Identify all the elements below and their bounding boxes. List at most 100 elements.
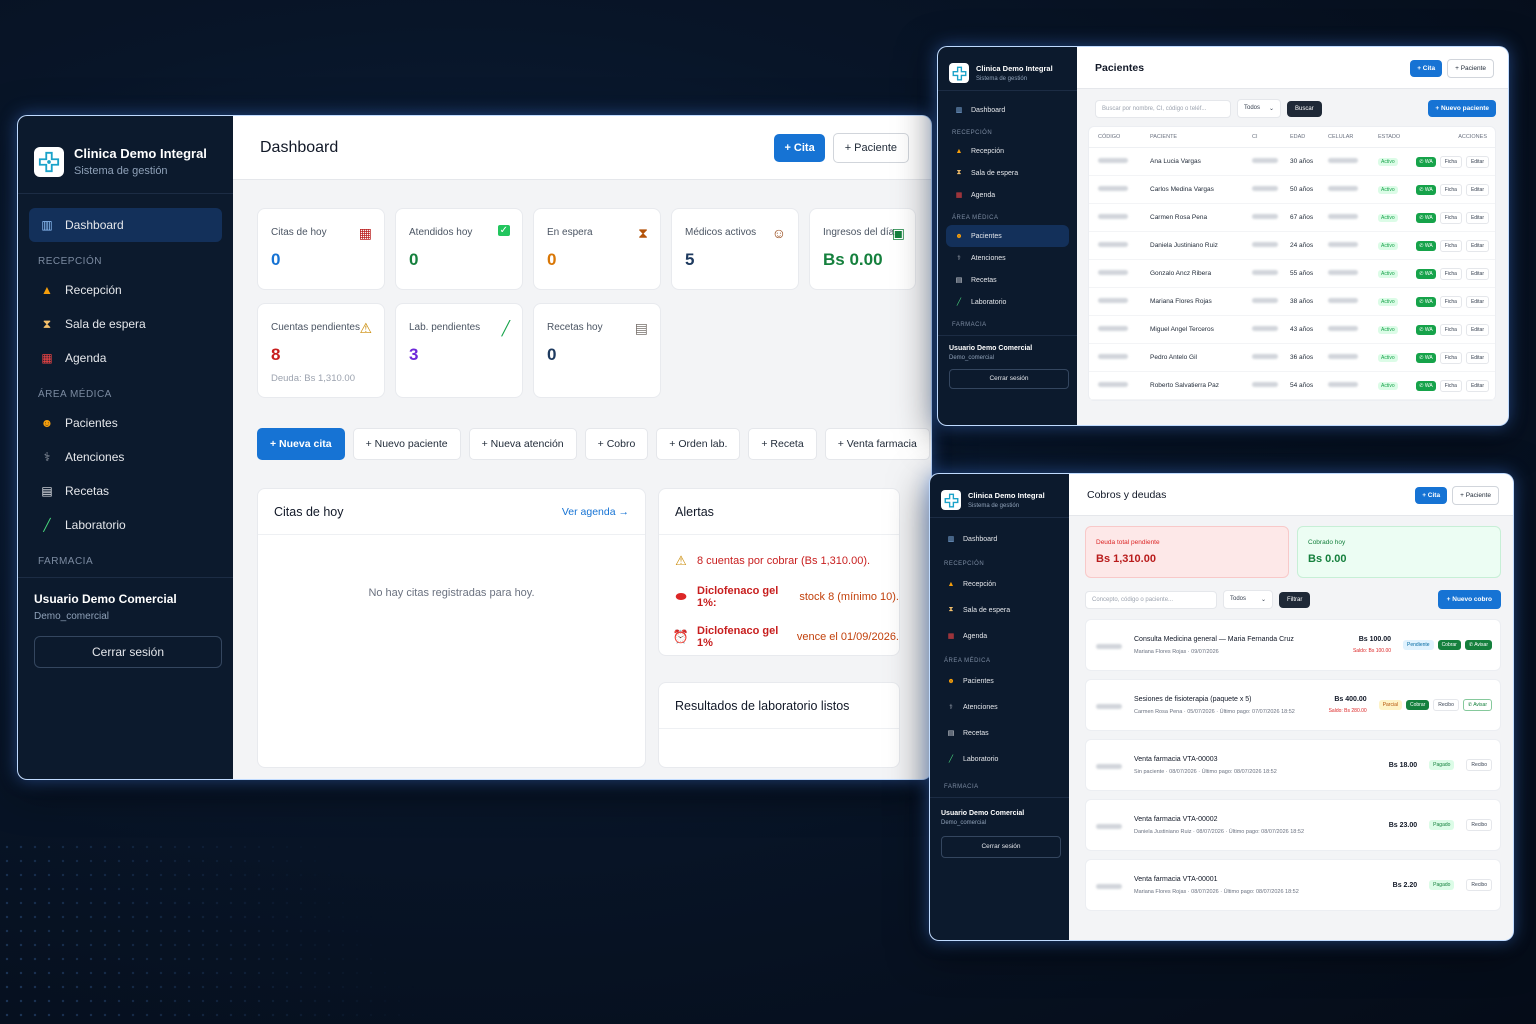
sidebar-item-atenciones[interactable]: ⚕ Atenciones (29, 440, 222, 474)
quick-nueva-cita-button[interactable]: + Nueva cita (257, 428, 345, 460)
quick-receta-button[interactable]: + Receta (748, 428, 817, 460)
ficha-button[interactable]: Ficha (1439, 155, 1462, 168)
whatsapp-button[interactable]: ✆ WA (1416, 268, 1436, 279)
recibo-button[interactable]: Recibo (1466, 879, 1492, 891)
sidebar-item-sala-espera[interactable]: ⧗ Sala de espera (29, 307, 222, 341)
quick-cobro-button[interactable]: + Cobro (584, 428, 649, 460)
sidebar-item-atenciones[interactable]: ⚕ Atenciones (946, 247, 1069, 269)
new-paciente-button[interactable]: + Paciente (1452, 486, 1499, 505)
quick-nuevo-paciente-button[interactable]: + Nuevo paciente (352, 428, 461, 460)
ficha-button[interactable]: Ficha (1439, 183, 1462, 196)
cell-acciones: ✆ WA Ficha Editar (1405, 231, 1495, 260)
cobrar-button[interactable]: Cobrar (1405, 700, 1430, 710)
sidebar-item-agenda[interactable]: ▦ Agenda (29, 341, 222, 375)
ficha-button[interactable]: Ficha (1439, 323, 1462, 336)
editar-button[interactable]: Editar (1465, 211, 1489, 224)
new-cita-button[interactable]: + Cita (1415, 487, 1448, 504)
whatsapp-icon: ✆ (1419, 186, 1424, 193)
whatsapp-button[interactable]: ✆ WA (1416, 296, 1436, 307)
sidebar-item-recepcion[interactable]: ▲ Recepción (946, 140, 1069, 162)
whatsapp-button[interactable]: ✆ WA (1416, 184, 1436, 195)
sidebar-item-recepcion[interactable]: ▲ Recepción (938, 571, 1061, 597)
search-button[interactable]: Buscar (1287, 100, 1322, 117)
ficha-button[interactable]: Ficha (1439, 239, 1462, 252)
nuevo-paciente-button[interactable]: + Nuevo paciente (1428, 100, 1496, 117)
ficha-button[interactable]: Ficha (1439, 295, 1462, 308)
status-select[interactable]: Todos ⌄ (1237, 99, 1281, 118)
whatsapp-label: WA (1424, 354, 1433, 361)
sidebar: Clinica Demo Integral Sistema de gestión… (18, 116, 233, 779)
whatsapp-icon: ✆ (1468, 642, 1474, 648)
sidebar-item-dashboard[interactable]: ▥ Dashboard (29, 208, 222, 242)
new-cita-button[interactable]: + Cita (1410, 60, 1443, 77)
ficha-button[interactable]: Ficha (1439, 351, 1462, 364)
sidebar-item-pacientes[interactable]: ☻ Pacientes (938, 668, 1061, 694)
sidebar-item-agenda[interactable]: ▦ Agenda (946, 184, 1069, 206)
avisar-button[interactable]: ✆ Avisar (1462, 699, 1492, 711)
cobro-body: Venta farmacia VTA-00001 Mariana Flores R… (1134, 876, 1393, 895)
sidebar-item-recepcion[interactable]: ▲ Recepción (29, 273, 222, 307)
editar-button[interactable]: Editar (1465, 267, 1489, 280)
whatsapp-button[interactable]: ✆ WA (1416, 240, 1436, 251)
sidebar-item-laboratorio[interactable]: ╱ Laboratorio (29, 508, 222, 542)
sidebar-item-recetas[interactable]: ▤ Recetas (946, 269, 1069, 291)
sidebar-item-atenciones[interactable]: ⚕ Atenciones (938, 694, 1061, 720)
whatsapp-button[interactable]: ✆ WA (1416, 380, 1436, 391)
cobro-subtitle: Mariana Flores Rojas · 09/07/2026 (1134, 648, 1219, 655)
col-ci: CI (1243, 127, 1281, 148)
editar-button[interactable]: Editar (1465, 351, 1489, 364)
alert-vencimiento: ⏰ Diclofenaco gel 1% vence el 01/09/2026. (673, 625, 899, 649)
sidebar-item-dashboard[interactable]: ▥ Dashboard (938, 526, 1061, 552)
whatsapp-button[interactable]: ✆ WA (1416, 352, 1436, 363)
recibo-button[interactable]: Recibo (1466, 759, 1492, 771)
logout-button[interactable]: Cerrar sesión (34, 636, 222, 668)
editar-button[interactable]: Editar (1465, 155, 1489, 168)
alertas-panel: Alertas ⚠ 8 cuentas por cobrar (Bs 1,310.… (658, 488, 900, 656)
sidebar-item-sala-espera[interactable]: ⧗ Sala de espera (938, 597, 1061, 623)
new-cita-button[interactable]: + Cita (774, 133, 825, 162)
ficha-button[interactable]: Ficha (1439, 379, 1462, 392)
logout-button[interactable]: Cerrar sesión (949, 369, 1069, 389)
recibo-button[interactable]: Recibo (1433, 699, 1459, 711)
whatsapp-button[interactable]: ✆ WA (1416, 156, 1436, 167)
sidebar-item-recetas[interactable]: ▤ Recetas (938, 720, 1061, 746)
quick-orden-lab-button[interactable]: + Orden lab. (656, 428, 741, 460)
ver-agenda-link[interactable]: Ver agenda → (562, 506, 629, 518)
editar-button[interactable]: Editar (1465, 323, 1489, 336)
chevron-down-icon: ⌄ (1260, 597, 1266, 603)
quick-venta-farmacia-button[interactable]: + Venta farmacia (824, 428, 930, 460)
editar-button[interactable]: Editar (1465, 295, 1489, 308)
cell-paciente: Mariana Flores Rojas (1141, 287, 1243, 316)
sidebar-item-agenda[interactable]: ▦ Agenda (938, 623, 1061, 649)
avisar-button[interactable]: ✆ Avisar (1464, 640, 1492, 650)
cobrar-button[interactable]: Cobrar (1437, 640, 1461, 650)
editar-button[interactable]: Editar (1465, 239, 1489, 252)
nuevo-cobro-button[interactable]: + Nuevo cobro (1437, 590, 1501, 609)
whatsapp-icon: ✆ (1419, 270, 1424, 277)
sidebar-item-laboratorio[interactable]: ╱ Laboratorio (938, 746, 1061, 772)
editar-button[interactable]: Editar (1465, 379, 1489, 392)
cobro-title: Venta farmacia VTA-00003 (1134, 755, 1218, 763)
search-input[interactable]: Concepto, código o paciente... (1085, 590, 1217, 609)
sidebar-item-laboratorio[interactable]: ╱ Laboratorio (946, 291, 1069, 313)
sidebar-item-pacientes[interactable]: ☻ Pacientes (29, 406, 222, 440)
sidebar-item-pacientes[interactable]: ☻ Pacientes (946, 225, 1069, 247)
search-input[interactable]: Buscar por nombre, CI, código o teléf... (1095, 99, 1231, 118)
deuda-label: Deuda total pendiente (1096, 539, 1160, 546)
filter-button[interactable]: Filtrar (1279, 591, 1311, 608)
table-row: Roberto Salvatierra Paz 54 años Activo ✆ WA… (1089, 371, 1495, 400)
quick-nueva-atencion-button[interactable]: + Nueva atención (468, 428, 577, 460)
new-paciente-button[interactable]: + Paciente (832, 132, 909, 163)
sidebar-item-dashboard[interactable]: ▥ Dashboard (946, 99, 1069, 121)
ficha-button[interactable]: Ficha (1439, 211, 1462, 224)
status-select[interactable]: Todos ⌄ (1223, 590, 1273, 609)
logout-button[interactable]: Cerrar sesión (941, 836, 1061, 858)
whatsapp-button[interactable]: ✆ WA (1416, 324, 1436, 335)
sidebar-item-sala-espera[interactable]: ⧗ Sala de espera (946, 162, 1069, 184)
editar-button[interactable]: Editar (1465, 183, 1489, 196)
recibo-button[interactable]: Recibo (1466, 819, 1492, 831)
sidebar-item-recetas[interactable]: ▤ Recetas (29, 474, 222, 508)
ficha-button[interactable]: Ficha (1439, 267, 1462, 280)
new-paciente-button[interactable]: + Paciente (1447, 59, 1494, 78)
whatsapp-button[interactable]: ✆ WA (1416, 212, 1436, 223)
